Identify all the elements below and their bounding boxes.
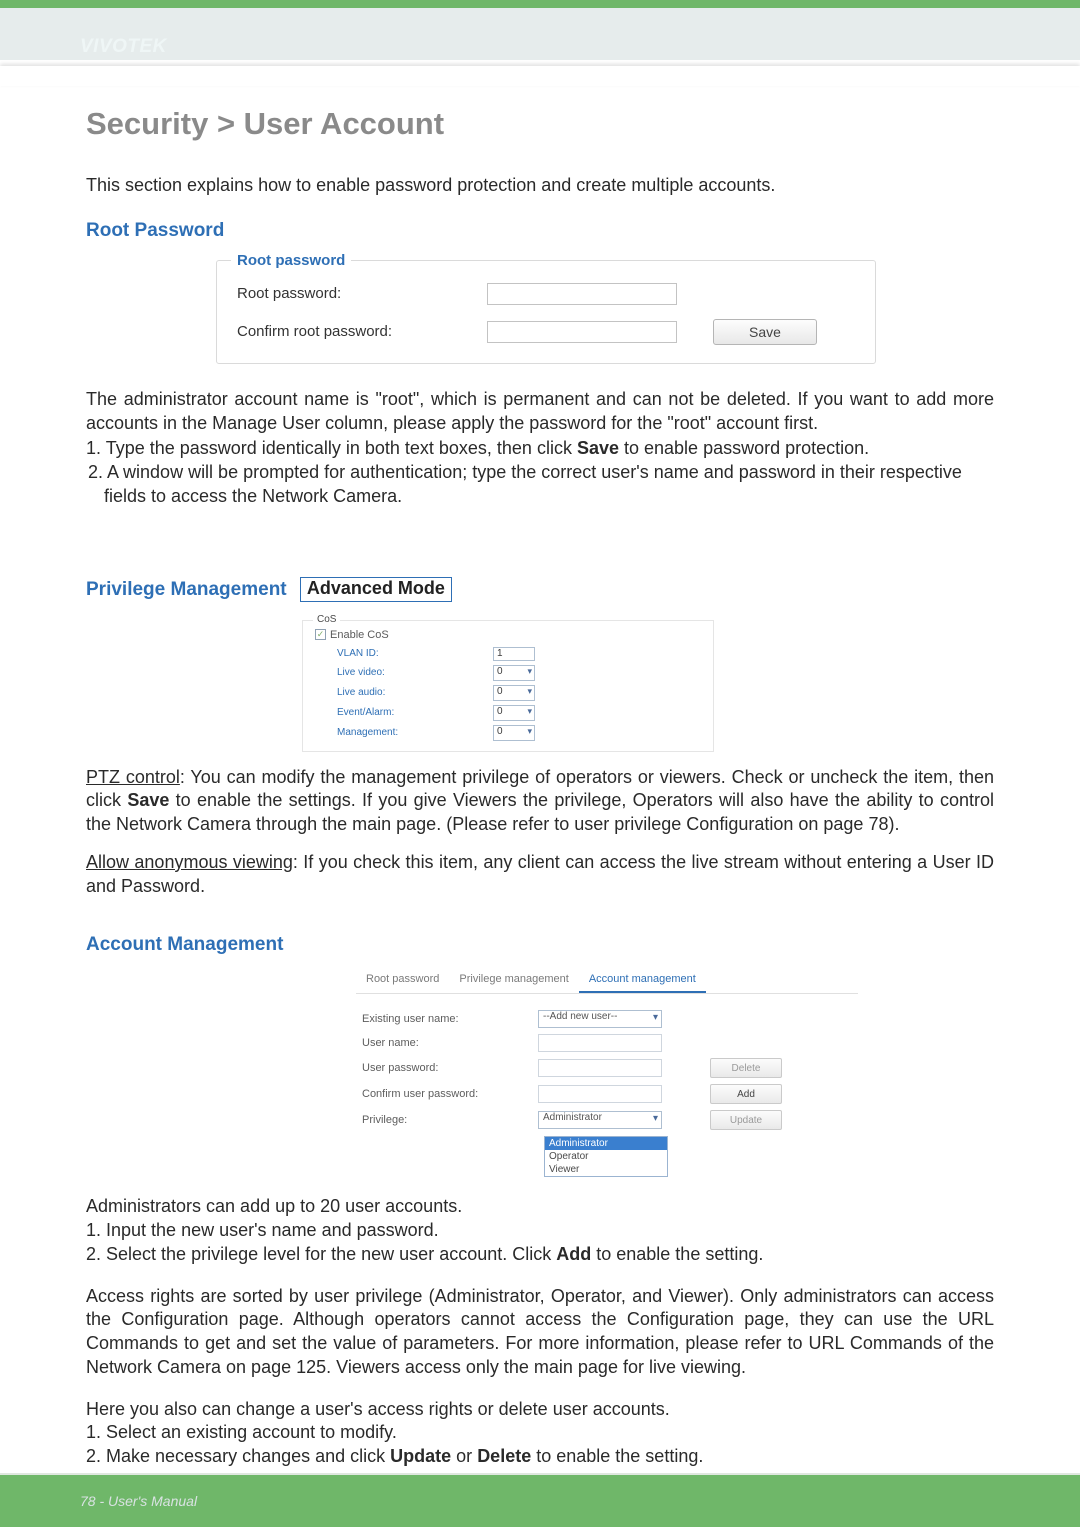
user-name-input[interactable] xyxy=(538,1034,662,1052)
root-step2: 2. A window will be prompted for authent… xyxy=(86,461,994,509)
root-step1-a: 1. Type the password identically in both… xyxy=(86,438,577,458)
root-step1-save: Save xyxy=(577,438,619,458)
root-password-input[interactable] xyxy=(487,283,677,305)
enable-cos-label: Enable CoS xyxy=(330,629,389,641)
save-button[interactable]: Save xyxy=(713,319,817,345)
footer-text: 78 - User's Manual xyxy=(80,1493,197,1509)
root-step1-c: to enable password protection. xyxy=(619,438,869,458)
acct-desc: Administrators can add up to 20 user acc… xyxy=(86,1195,994,1219)
user-name-label: User name: xyxy=(362,1037,538,1049)
management-label: Management: xyxy=(337,727,493,738)
existing-user-select[interactable]: --Add new user-- xyxy=(538,1010,662,1028)
privilege-label: Privilege: xyxy=(362,1114,538,1126)
section-account-management: Account Management xyxy=(86,934,283,956)
cos-panel: CoS ✓ Enable CoS VLAN ID: 1 Live video: … xyxy=(302,620,714,752)
change-step2: 2. Make necessary changes and click Upda… xyxy=(86,1445,994,1469)
event-alarm-select[interactable]: 0 xyxy=(493,705,535,721)
account-management-screenshot: Root password Privilege management Accou… xyxy=(356,970,858,1183)
vlan-id-input[interactable]: 1 xyxy=(493,647,535,661)
intro-text: This section explains how to enable pass… xyxy=(86,174,994,198)
anon-paragraph: Allow anonymous viewing: If you check th… xyxy=(86,851,994,899)
page-title: Security > User Account xyxy=(86,106,994,142)
root-password-label: Root password: xyxy=(237,285,487,302)
delete-button[interactable]: Delete xyxy=(710,1058,782,1078)
root-password-panel: Root password Root password: Confirm roo… xyxy=(216,260,994,364)
user-password-label: User password: xyxy=(362,1062,538,1074)
privilege-select[interactable]: Administrator xyxy=(538,1111,662,1129)
root-password-legend: Root password xyxy=(231,252,351,269)
brand-text: VIVOTEK xyxy=(80,36,167,58)
priv-option-operator[interactable]: Operator xyxy=(545,1150,667,1163)
update-button[interactable]: Update xyxy=(710,1110,782,1130)
live-video-select[interactable]: 0 xyxy=(493,665,535,681)
ptz-paragraph: PTZ control: You can modify the manageme… xyxy=(86,766,994,837)
change-step1: 1. Select an existing account to modify. xyxy=(86,1421,994,1445)
change-intro: Here you also can change a user's access… xyxy=(86,1398,994,1422)
document-page: VIVOTEK Security > User Account This sec… xyxy=(0,0,1080,1527)
add-button[interactable]: Add xyxy=(710,1084,782,1104)
user-password-input[interactable] xyxy=(538,1059,662,1077)
confirm-user-password-input[interactable] xyxy=(538,1085,662,1103)
privilege-dropdown-options: Administrator Operator Viewer xyxy=(544,1136,668,1177)
vlan-id-label: VLAN ID: xyxy=(337,648,493,659)
live-audio-select[interactable]: 0 xyxy=(493,685,535,701)
event-alarm-label: Event/Alarm: xyxy=(337,707,493,718)
confirm-root-password-label: Confirm root password: xyxy=(237,323,487,340)
section-root-password: Root Password xyxy=(86,220,994,242)
access-rights-paragraph: Access rights are sorted by user privile… xyxy=(86,1285,994,1380)
tab-account-management[interactable]: Account management xyxy=(579,970,706,993)
tab-root-password[interactable]: Root password xyxy=(356,970,449,993)
tab-privilege-management[interactable]: Privilege management xyxy=(449,970,578,993)
existing-user-label: Existing user name: xyxy=(362,1013,538,1025)
advanced-mode-badge: Advanced Mode xyxy=(300,577,452,602)
acct-step2: 2. Select the privilege level for the ne… xyxy=(86,1243,994,1267)
confirm-user-password-label: Confirm user password: xyxy=(362,1088,538,1100)
live-video-label: Live video: xyxy=(337,667,493,678)
cos-legend: CoS xyxy=(313,614,340,625)
page-body: Security > User Account This section exp… xyxy=(0,60,1080,1469)
enable-cos-checkbox[interactable]: ✓ xyxy=(315,629,326,640)
management-select[interactable]: 0 xyxy=(493,725,535,741)
live-audio-label: Live audio: xyxy=(337,687,493,698)
header-band: VIVOTEK xyxy=(0,0,1080,60)
acct-step1: 1. Input the new user's name and passwor… xyxy=(86,1219,994,1243)
root-desc: The administrator account name is "root"… xyxy=(86,388,994,436)
priv-option-viewer[interactable]: Viewer xyxy=(545,1163,667,1176)
confirm-root-password-input[interactable] xyxy=(487,321,677,343)
priv-option-admin[interactable]: Administrator xyxy=(545,1137,667,1150)
section-privilege-management: Privilege Management Advanced Mode xyxy=(86,577,994,602)
